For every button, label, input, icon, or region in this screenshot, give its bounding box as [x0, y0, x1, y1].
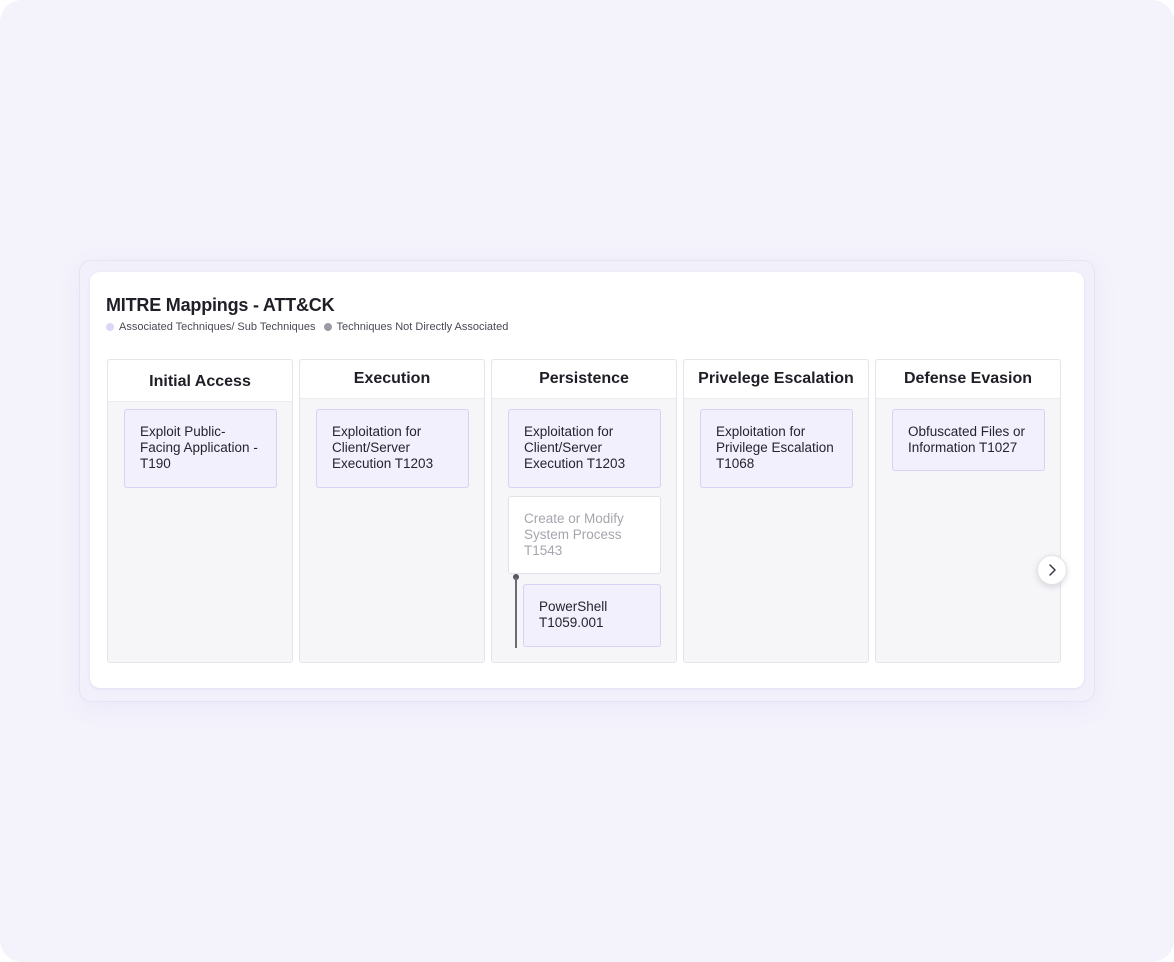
mitre-mappings-panel: MITRE Mappings - ATT&CK Associated Techn…	[90, 272, 1084, 688]
column-header: Execution	[300, 360, 484, 399]
legend-dot-associated-icon	[106, 323, 114, 331]
sub-technique-card[interactable]: PowerShell T1059.001	[523, 584, 661, 647]
technique-card[interactable]: Exploitation for Client/Server Execution…	[508, 409, 661, 488]
column-persistence: Persistence Exploitation for Client/Serv…	[491, 359, 677, 663]
column-header: Persistence	[492, 360, 676, 399]
legend-label-not-associated: Techniques Not Directly Associated	[336, 321, 509, 333]
column-header: Defense Evasion	[876, 360, 1060, 399]
technique-card[interactable]: Obfuscated Files or Information T1027	[892, 409, 1045, 471]
column-initial-access: Initial Access Exploit Public-Facing App…	[107, 359, 293, 663]
sub-technique-connector	[515, 577, 517, 648]
column-privilege-escalation: Privelege Escalation Exploitation for Pr…	[683, 359, 869, 663]
legend-label-associated: Associated Techniques/ Sub Techniques	[119, 321, 316, 333]
column-header: Initial Access	[108, 360, 292, 402]
legend: Associated Techniques/ Sub Techniques Te…	[106, 321, 516, 333]
page-background: MITRE Mappings - ATT&CK Associated Techn…	[0, 0, 1174, 962]
column-defense-evasion: Defense Evasion Obfuscated Files or Info…	[875, 359, 1061, 663]
technique-card-not-associated[interactable]: Create or Modify System Process T1543	[508, 496, 661, 574]
legend-dot-not-associated-icon	[323, 323, 332, 331]
technique-card[interactable]: Exploitation for Client/Server Execution…	[316, 409, 469, 488]
legend-item-associated: Associated Techniques/ Sub Techniques	[106, 321, 316, 333]
legend-item-not-associated: Techniques Not Directly Associated	[323, 321, 509, 333]
panel-title: MITRE Mappings - ATT&CK	[106, 295, 335, 315]
column-header: Privelege Escalation	[684, 360, 868, 399]
column-execution: Execution Exploitation for Client/Server…	[299, 359, 485, 663]
technique-card[interactable]: Exploitation for Privilege Escalation T1…	[700, 409, 853, 488]
next-columns-button[interactable]	[1037, 555, 1067, 585]
chevron-right-icon	[1049, 564, 1056, 576]
technique-card[interactable]: Exploit Public-Facing Application - T190	[124, 409, 277, 488]
